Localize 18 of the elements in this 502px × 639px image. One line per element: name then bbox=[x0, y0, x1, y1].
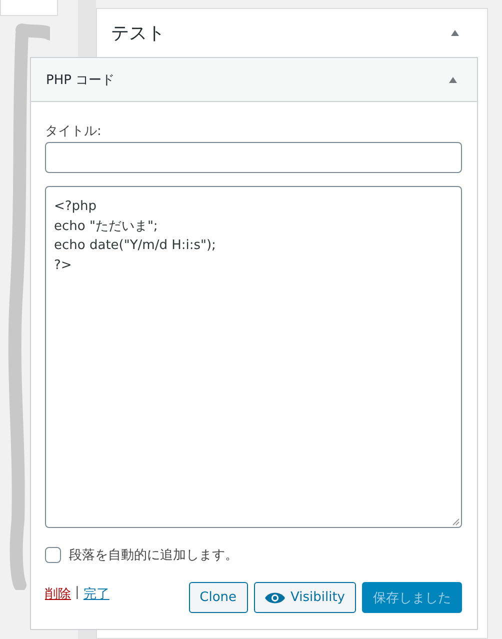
code-field[interactable]: <?php echo "ただいま"; echo date("Y/m/d H:i:s"); ?> bbox=[45, 186, 462, 528]
eye-icon bbox=[264, 592, 285, 604]
widget-header[interactable]: PHP コード bbox=[31, 58, 477, 102]
delete-link[interactable]: 削除 bbox=[45, 585, 71, 603]
widget-title: PHP コード bbox=[46, 72, 115, 88]
done-link[interactable]: 完了 bbox=[83, 585, 110, 603]
field-label: タイトル: bbox=[45, 123, 102, 140]
resize-grip-icon[interactable] bbox=[452, 518, 460, 526]
panel-title: テスト bbox=[111, 22, 165, 45]
side-card bbox=[0, 0, 58, 16]
collapse-arrow-icon[interactable] bbox=[451, 30, 459, 36]
checkbox[interactable] bbox=[45, 547, 61, 563]
clone-button[interactable]: Clone bbox=[188, 582, 248, 613]
title-field[interactable] bbox=[45, 142, 462, 173]
link-separator: | bbox=[75, 585, 80, 602]
visibility-button[interactable]: Visibility bbox=[254, 582, 356, 613]
checkbox-label: 段落を自動的に追加します。 bbox=[69, 547, 238, 564]
collapse-arrow-icon[interactable] bbox=[449, 76, 457, 82]
